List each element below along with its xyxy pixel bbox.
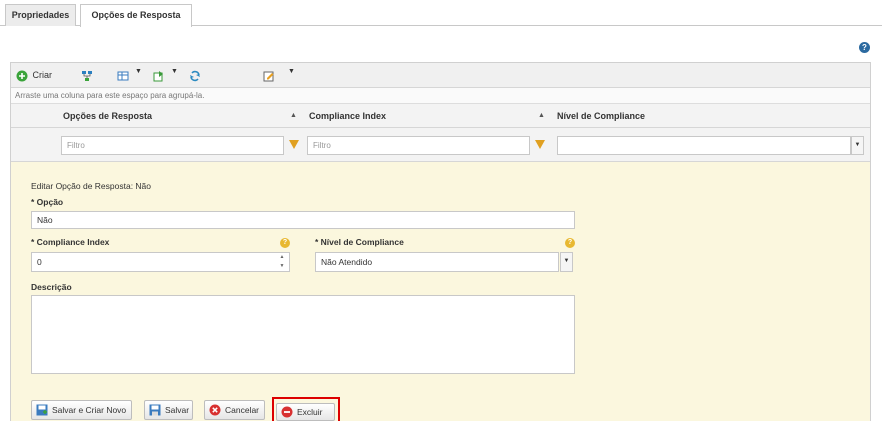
columns-icon bbox=[117, 71, 129, 81]
help-icon[interactable]: ? bbox=[280, 238, 290, 248]
export-icon bbox=[153, 70, 163, 82]
columns-button[interactable] bbox=[117, 68, 129, 82]
compliance-index-input[interactable]: 0 bbox=[31, 252, 290, 272]
columns-dropdown-icon[interactable]: ▼ bbox=[135, 68, 142, 75]
refresh-button[interactable] bbox=[189, 68, 201, 82]
refresh-icon bbox=[190, 70, 200, 81]
hierarchy-button[interactable] bbox=[81, 68, 93, 82]
save-and-new-button[interactable]: Salvar e Criar Novo bbox=[31, 400, 132, 420]
column-nivel-de-compliance[interactable]: Nível de Compliance bbox=[557, 104, 645, 128]
column-compliance-index[interactable]: Compliance Index bbox=[309, 104, 386, 128]
opcao-input[interactable]: Não bbox=[31, 211, 575, 229]
edit-answer-option-panel: Editar Opção de Resposta: Não * Opção Nã… bbox=[11, 162, 870, 421]
sort-asc-icon[interactable]: ▲ bbox=[538, 104, 545, 128]
add-circle-icon bbox=[16, 70, 28, 82]
tab-propriedades[interactable]: Propriedades bbox=[5, 4, 76, 26]
delete-highlight-box bbox=[272, 397, 340, 421]
chevron-down-icon[interactable]: ▼ bbox=[851, 136, 864, 155]
criar-label: Criar bbox=[32, 70, 53, 80]
compliance-index-label: * Compliance Index bbox=[31, 237, 110, 247]
save-button[interactable]: Salvar bbox=[144, 400, 193, 420]
spinner-arrows-icon[interactable]: ▲ ▼ bbox=[277, 253, 287, 272]
export-button[interactable] bbox=[153, 68, 165, 82]
save-icon bbox=[149, 404, 161, 416]
edit-dropdown-icon[interactable]: ▼ bbox=[288, 68, 295, 75]
cancel-label: Cancelar bbox=[225, 405, 260, 415]
filter-row: Filtro Filtro ▼ bbox=[11, 128, 870, 162]
descricao-label: Descrição bbox=[31, 282, 72, 292]
cancel-button[interactable]: Cancelar bbox=[204, 400, 265, 420]
filter-nivel-select[interactable] bbox=[557, 136, 851, 155]
help-icon[interactable]: ? bbox=[859, 42, 870, 53]
nivel-compliance-select[interactable]: Não Atendido bbox=[315, 252, 559, 272]
sort-asc-icon[interactable]: ▲ bbox=[290, 104, 297, 128]
filter-icon[interactable] bbox=[289, 140, 299, 149]
filter-compliance-index-input[interactable]: Filtro bbox=[307, 136, 530, 155]
grid-header: Opções de Resposta ▲ Compliance Index ▲ … bbox=[11, 104, 870, 128]
save-label: Salvar bbox=[165, 405, 190, 415]
save-and-new-label: Salvar e Criar Novo bbox=[52, 405, 127, 415]
group-by-hint: Arraste uma coluna para este espaço para… bbox=[11, 88, 870, 104]
opcao-label: * Opção bbox=[31, 197, 64, 207]
save-new-icon bbox=[36, 404, 48, 416]
filter-icon[interactable] bbox=[535, 140, 545, 149]
grid-toolbar: Criar ▼ ▼ ▼ bbox=[11, 63, 870, 88]
tab-opcoes-de-resposta[interactable]: Opções de Resposta bbox=[80, 4, 192, 27]
chevron-down-icon[interactable]: ▼ bbox=[560, 252, 573, 272]
answer-options-grid: Criar ▼ ▼ ▼ Arraste uma coluna para este… bbox=[10, 62, 871, 421]
filter-opcoes-input[interactable]: Filtro bbox=[61, 136, 284, 155]
criar-button[interactable]: Criar bbox=[16, 68, 52, 82]
cancel-icon bbox=[209, 404, 221, 416]
edit-button[interactable] bbox=[263, 68, 275, 82]
edit-form-icon bbox=[263, 71, 274, 82]
help-icon[interactable]: ? bbox=[565, 238, 575, 248]
column-opcoes-de-resposta[interactable]: Opções de Resposta bbox=[63, 104, 152, 128]
tab-bar: Propriedades Opções de Resposta bbox=[0, 0, 882, 27]
nivel-compliance-label: * Nível de Compliance bbox=[315, 237, 404, 247]
edit-title: Editar Opção de Resposta: Não bbox=[31, 181, 152, 191]
export-dropdown-icon[interactable]: ▼ bbox=[171, 68, 178, 75]
hierarchy-icon bbox=[82, 70, 92, 81]
descricao-textarea[interactable] bbox=[31, 295, 575, 374]
